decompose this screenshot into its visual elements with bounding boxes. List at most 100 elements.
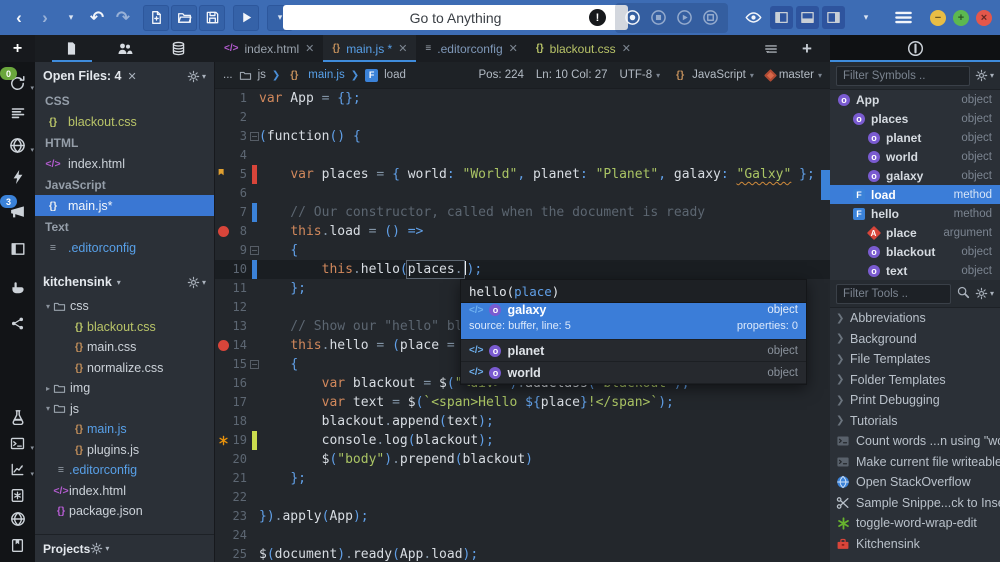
open-file-item[interactable]: </>index.html bbox=[35, 153, 214, 174]
symbol-item[interactable]: otextobject bbox=[830, 261, 1000, 280]
gutter[interactable]: 3 bbox=[215, 127, 259, 146]
code-line[interactable]: 7 // Our constructor, called when the do… bbox=[215, 203, 830, 222]
layout-dropdown-button[interactable]: ▾ bbox=[854, 6, 878, 30]
code-line[interactable]: 18 blackout.append(text); bbox=[215, 412, 830, 431]
code-line[interactable]: 5 var places = { world: "World", planet:… bbox=[215, 165, 830, 184]
code-line[interactable]: 17 var text = $(`<span>Hello ${place}!</… bbox=[215, 393, 830, 412]
tab-close-icon[interactable]: ✕ bbox=[622, 42, 631, 55]
run-button[interactable] bbox=[233, 5, 259, 31]
layout-right-button[interactable] bbox=[822, 6, 845, 29]
tree-file[interactable]: {}normalize.css bbox=[35, 358, 214, 379]
tree-file[interactable]: </>index.html bbox=[35, 481, 214, 502]
scrollbar-indicator[interactable] bbox=[821, 170, 830, 200]
tool-group[interactable]: ❯Background bbox=[830, 329, 1000, 350]
open-file-item[interactable]: ≡.editorconfig bbox=[35, 237, 214, 258]
editor-tab-indexhtml[interactable]: </>index.html✕ bbox=[215, 35, 323, 62]
code-line[interactable]: 23}).apply(App); bbox=[215, 507, 830, 526]
tool-group[interactable]: ❯Folder Templates bbox=[830, 370, 1000, 391]
symbol-item[interactable]: Aplaceargument bbox=[830, 223, 1000, 242]
tree-file[interactable]: {}main.js bbox=[35, 419, 214, 440]
breadcrumb-item[interactable]: main.js bbox=[308, 69, 344, 81]
projects-gear-button[interactable]: ▾ bbox=[90, 542, 109, 555]
projects-title[interactable]: Projects bbox=[43, 542, 90, 556]
rail-bolt-button[interactable] bbox=[0, 164, 35, 190]
symbol-item[interactable]: ogalaxyobject bbox=[830, 166, 1000, 185]
rail-book-button[interactable] bbox=[0, 532, 35, 558]
fold-marker[interactable] bbox=[250, 132, 259, 141]
rail-globe2-button[interactable] bbox=[0, 506, 35, 532]
breadcrumb-overflow[interactable]: ... bbox=[223, 69, 233, 81]
tool-item[interactable]: Open StackOverflow bbox=[830, 472, 1000, 493]
gutter[interactable]: 12 bbox=[215, 298, 259, 317]
save-button[interactable] bbox=[199, 5, 225, 31]
code-line[interactable]: 21 }; bbox=[215, 469, 830, 488]
gutter[interactable]: 11 bbox=[215, 279, 259, 298]
gutter[interactable]: 13 bbox=[215, 317, 259, 336]
tool-item[interactable]: toggle-word-wrap-edit bbox=[830, 513, 1000, 534]
gutter[interactable]: 9 bbox=[215, 241, 259, 260]
main-menu-button[interactable] bbox=[891, 6, 915, 30]
symbol-item[interactable]: Fhellomethod bbox=[830, 204, 1000, 223]
rail-panel-button[interactable] bbox=[0, 236, 35, 262]
gutter[interactable]: 1 bbox=[215, 89, 259, 108]
open-file-item[interactable]: {}blackout.css bbox=[35, 111, 214, 132]
completion-item[interactable]: </>ogalaxyobjectsource: buffer, line: 5p… bbox=[461, 303, 806, 340]
editor-tab-editorconfig[interactable]: ≡.editorconfig✕ bbox=[416, 35, 526, 62]
code-line[interactable]: 24 bbox=[215, 526, 830, 545]
caret-down-button[interactable]: ▾ bbox=[59, 6, 83, 30]
search-icon[interactable] bbox=[956, 285, 970, 302]
status-item[interactable]: master▾ bbox=[766, 69, 822, 81]
new-tab-button[interactable]: + bbox=[0, 35, 35, 62]
symbols-gear-button[interactable]: ▾ bbox=[975, 69, 994, 82]
gutter[interactable]: 22 bbox=[215, 488, 259, 507]
tree-folder[interactable]: ▸img bbox=[35, 378, 214, 399]
gutter[interactable]: 7 bbox=[215, 203, 259, 222]
fold-marker[interactable] bbox=[250, 246, 259, 255]
gutter[interactable]: 4 bbox=[215, 146, 259, 165]
tree-file[interactable]: {}package.json bbox=[35, 501, 214, 522]
tool-item[interactable]: Make current file writeable bbox=[830, 452, 1000, 473]
symbol-item[interactable]: oplacesobject bbox=[830, 109, 1000, 128]
tree-folder[interactable]: ▾css bbox=[35, 296, 214, 317]
stop-button[interactable] bbox=[649, 6, 668, 30]
gutter[interactable]: 25 bbox=[215, 545, 259, 562]
code-line[interactable]: 9 { bbox=[215, 241, 830, 260]
gutter[interactable]: 21 bbox=[215, 469, 259, 488]
completion-item[interactable]: </>oplanetobject bbox=[461, 340, 806, 362]
breadcrumb-item[interactable]: load bbox=[384, 69, 406, 81]
code-line[interactable]: 1var App = {}; bbox=[215, 89, 830, 108]
gutter[interactable]: 17 bbox=[215, 393, 259, 412]
code-line[interactable]: 4 bbox=[215, 146, 830, 165]
tree-folder[interactable]: ▾js bbox=[35, 399, 214, 420]
new-file-button[interactable] bbox=[143, 5, 169, 31]
code-line[interactable]: 22 bbox=[215, 488, 830, 507]
tool-group[interactable]: ❯Print Debugging bbox=[830, 390, 1000, 411]
right-panel-tab[interactable] bbox=[830, 35, 1000, 62]
breakpoint-icon[interactable] bbox=[218, 226, 229, 237]
go-to-anything-input[interactable] bbox=[283, 4, 628, 31]
tool-group[interactable]: ❯File Templates bbox=[830, 349, 1000, 370]
redo-button[interactable]: ↷ bbox=[111, 6, 135, 30]
rail-chart-button[interactable]: ▾ bbox=[0, 456, 35, 482]
go-to-anything-box[interactable]: ! bbox=[283, 5, 628, 30]
back-button[interactable]: ‹ bbox=[7, 6, 31, 30]
breadcrumb-item[interactable]: js bbox=[258, 69, 266, 81]
forward-button[interactable]: › bbox=[33, 6, 57, 30]
gutter[interactable]: 2 bbox=[215, 108, 259, 127]
rail-terminal-button[interactable]: ▾ bbox=[0, 430, 35, 456]
tree-file[interactable]: ≡.editorconfig bbox=[35, 460, 214, 481]
open-folder-button[interactable] bbox=[171, 5, 197, 31]
tool-item[interactable]: Kitchensink bbox=[830, 534, 1000, 555]
rail-sync-button[interactable]: ▾0 bbox=[0, 70, 35, 96]
tool-item[interactable]: Count words ...n using "wc" bbox=[830, 431, 1000, 452]
symbol-item[interactable]: oplanetobject bbox=[830, 128, 1000, 147]
status-item[interactable]: UTF-8▾ bbox=[620, 69, 661, 81]
tab-close-icon[interactable]: ✕ bbox=[305, 42, 314, 55]
tab-close-icon[interactable]: ✕ bbox=[398, 42, 407, 55]
close-window-button[interactable]: × bbox=[976, 10, 992, 26]
code-line[interactable]: 25$(document).ready(App.load); bbox=[215, 545, 830, 562]
undo-button[interactable]: ↶ bbox=[85, 6, 109, 30]
rail-flask-button[interactable] bbox=[0, 404, 35, 430]
gutter[interactable]: 20 bbox=[215, 450, 259, 469]
filter-symbols-input[interactable] bbox=[836, 66, 970, 86]
